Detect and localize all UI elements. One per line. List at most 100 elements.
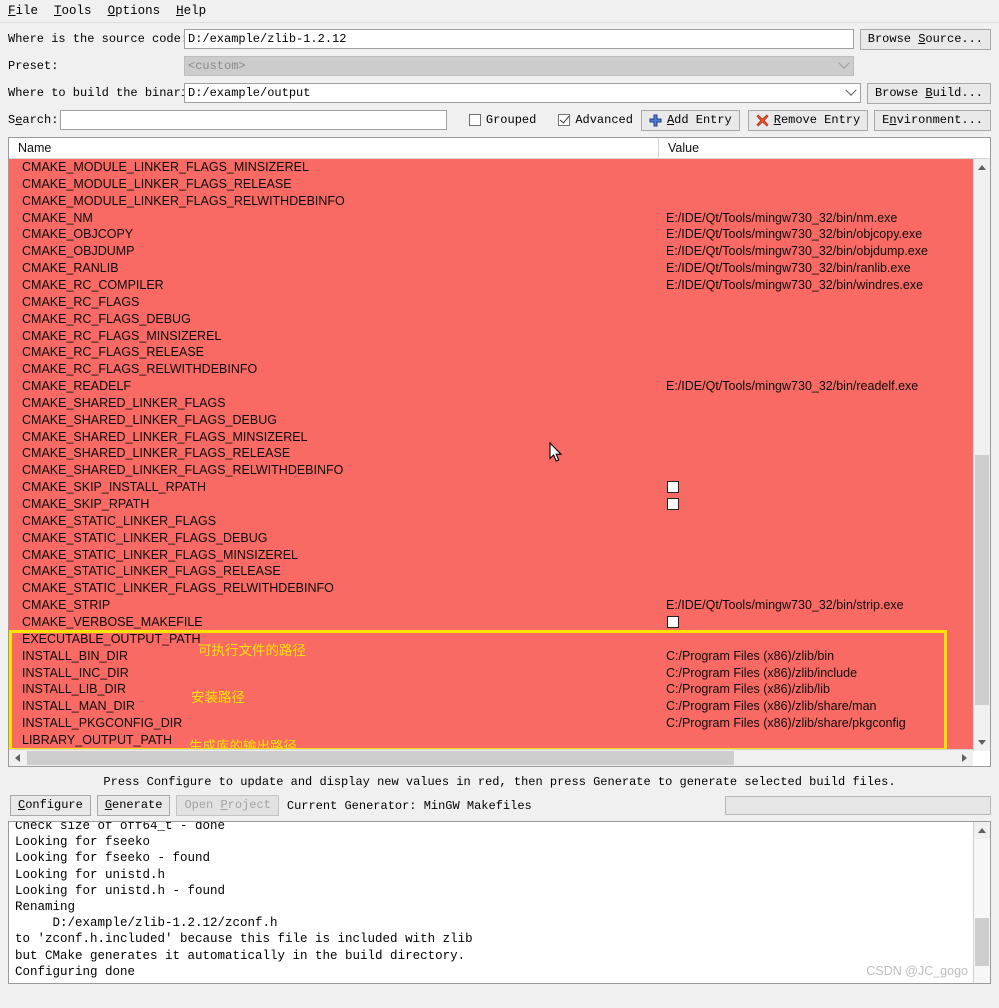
cache-entry-value[interactable]: C:/Program Files (x86)/zlib/lib (666, 681, 830, 698)
search-input[interactable] (60, 110, 447, 130)
table-row[interactable]: INSTALL_MAN_DIR C:/Program Files (x86)/zl… (9, 698, 973, 715)
table-row[interactable]: CMAKE_MODULE_LINKER_FLAGS_MINSIZEREL (9, 159, 973, 176)
log-scroll-up-button[interactable] (974, 822, 990, 839)
table-row[interactable]: CMAKE_NM E:/IDE/Qt/Tools/mingw730_32/bin/… (9, 210, 973, 227)
remove-entry-button[interactable]: Remove Entry (747, 109, 869, 131)
table-row[interactable]: LIBRARY_OUTPUT_PATH (9, 732, 973, 749)
table-row[interactable]: CMAKE_RC_COMPILER E:/IDE/Qt/Tools/mingw73… (9, 277, 973, 294)
table-row[interactable]: CMAKE_STATIC_LINKER_FLAGS_DEBUG (9, 530, 973, 547)
cache-entry-value[interactable]: E:/IDE/Qt/Tools/mingw730_32/bin/strip.ex… (666, 597, 904, 614)
cache-entry-name: CMAKE_STATIC_LINKER_FLAGS_RELWITHDEBINFO (22, 581, 334, 596)
vertical-scroll-thumb[interactable] (975, 455, 989, 705)
table-row[interactable]: INSTALL_BIN_DIR C:/Program Files (x86)/zl… (9, 648, 973, 665)
table-row[interactable]: EXECUTABLE_OUTPUT_PATH (9, 631, 973, 648)
generate-button[interactable]: Generate (96, 795, 171, 816)
table-row[interactable]: CMAKE_STATIC_LINKER_FLAGS_RELWITHDEBINFO (9, 580, 973, 597)
table-row[interactable]: CMAKE_RC_FLAGS_DEBUG (9, 311, 973, 328)
build-binaries-input[interactable]: D:/example/output (184, 83, 861, 103)
table-row[interactable]: CMAKE_SKIP_INSTALL_RPATH (9, 479, 973, 496)
scroll-down-button[interactable] (974, 734, 990, 751)
configure-button[interactable]: Configure (10, 795, 91, 816)
menu-file[interactable]: File (8, 2, 48, 20)
cache-entry-value[interactable]: C:/Program Files (x86)/zlib/bin (666, 648, 834, 665)
cache-entry-value[interactable]: E:/IDE/Qt/Tools/mingw730_32/bin/objdump.… (666, 243, 928, 260)
table-row[interactable]: CMAKE_RC_FLAGS_RELWITHDEBINFO (9, 361, 973, 378)
table-row[interactable]: CMAKE_STATIC_LINKER_FLAGS_MINSIZEREL (9, 547, 973, 564)
scroll-left-button[interactable] (9, 750, 26, 766)
menu-tools[interactable]: Tools (54, 2, 102, 20)
cache-entry-name: CMAKE_SHARED_LINKER_FLAGS (22, 395, 226, 410)
cache-entry-name: INSTALL_LIB_DIR (22, 682, 126, 697)
table-row[interactable]: CMAKE_OBJDUMP E:/IDE/Qt/Tools/mingw730_32… (9, 243, 973, 260)
cache-entry-name: CMAKE_RC_FLAGS_RELEASE (22, 345, 205, 360)
column-header-name[interactable]: Name (9, 138, 659, 158)
table-row[interactable]: CMAKE_SHARED_LINKER_FLAGS_DEBUG (9, 412, 973, 429)
cache-entry-value[interactable]: C:/Program Files (x86)/zlib/include (666, 665, 857, 682)
table-vertical-scrollbar[interactable] (973, 159, 990, 751)
cache-entry-name: INSTALL_MAN_DIR (22, 699, 135, 714)
table-horizontal-scrollbar[interactable] (9, 749, 973, 766)
table-row[interactable]: CMAKE_STATIC_LINKER_FLAGS (9, 513, 973, 530)
cache-entry-value[interactable]: C:/Program Files (x86)/zlib/share/man (666, 698, 876, 715)
table-row[interactable]: INSTALL_INC_DIR C:/Program Files (x86)/zl… (9, 665, 973, 682)
table-row[interactable]: CMAKE_SHARED_LINKER_FLAGS_RELWITHDEBINFO (9, 462, 973, 479)
table-row[interactable]: CMAKE_VERBOSE_MAKEFILE (9, 614, 973, 631)
cache-entry-value[interactable]: E:/IDE/Qt/Tools/mingw730_32/bin/nm.exe (666, 210, 897, 227)
caret-up-icon (978, 165, 986, 170)
log-vertical-scroll-thumb[interactable] (975, 918, 989, 966)
table-row[interactable]: CMAKE_STRIP E:/IDE/Qt/Tools/mingw730_32/b… (9, 597, 973, 614)
scroll-up-button[interactable] (974, 159, 990, 176)
remove-entry-label: Remove Entry (773, 112, 861, 127)
cache-entry-value[interactable]: E:/IDE/Qt/Tools/mingw730_32/bin/readelf.… (666, 378, 918, 395)
table-row[interactable]: CMAKE_MODULE_LINKER_FLAGS_RELWITHDEBINFO (9, 193, 973, 210)
table-row[interactable]: CMAKE_SHARED_LINKER_FLAGS (9, 395, 973, 412)
log-output-panel[interactable]: Check size of off64_t - done Looking for… (8, 821, 991, 984)
table-row[interactable]: INSTALL_PKGCONFIG_DIR C:/Program Files (x… (9, 715, 973, 732)
advanced-label: Advanced (575, 113, 633, 127)
cache-entry-checkbox[interactable] (667, 481, 679, 494)
menu-help[interactable]: Help (176, 2, 216, 20)
cache-entry-checkbox[interactable] (667, 615, 679, 628)
environment-button[interactable]: Environment... (874, 109, 991, 131)
preset-select[interactable]: <custom> (184, 56, 854, 76)
menu-options[interactable]: Options (108, 2, 171, 20)
table-row[interactable]: INSTALL_LIB_DIR C:/Program Files (x86)/zl… (9, 681, 973, 698)
browse-build-button[interactable]: Browse Build... (866, 82, 991, 104)
table-row[interactable]: CMAKE_SHARED_LINKER_FLAGS_RELEASE (9, 445, 973, 462)
grouped-checkbox[interactable]: Grouped (468, 113, 536, 127)
column-header-value[interactable]: Value (659, 138, 990, 158)
log-vertical-scrollbar[interactable] (973, 822, 990, 983)
table-row[interactable]: CMAKE_RC_FLAGS_MINSIZEREL (9, 328, 973, 345)
cache-entry-value[interactable]: C:/Program Files (x86)/zlib/share/pkgcon… (666, 715, 906, 732)
source-code-input[interactable]: D:/example/zlib-1.2.12 (184, 29, 854, 49)
table-row[interactable]: CMAKE_READELF E:/IDE/Qt/Tools/mingw730_32… (9, 378, 973, 395)
cache-entry-value[interactable]: E:/IDE/Qt/Tools/mingw730_32/bin/objcopy.… (666, 226, 922, 243)
table-row[interactable]: CMAKE_SHARED_LINKER_FLAGS_MINSIZEREL (9, 429, 973, 446)
table-row[interactable]: CMAKE_RANLIB E:/IDE/Qt/Tools/mingw730_32/… (9, 260, 973, 277)
source-code-row: Where is the source code: D:/example/zli… (8, 28, 991, 50)
plus-icon (649, 114, 662, 127)
advanced-checkbox-box[interactable] (558, 114, 571, 126)
grouped-checkbox-box[interactable] (468, 114, 481, 126)
table-row[interactable]: CMAKE_SKIP_RPATH (9, 496, 973, 513)
table-row[interactable]: CMAKE_STATIC_LINKER_FLAGS_RELEASE (9, 563, 973, 580)
add-entry-label: Add Entry (666, 112, 732, 127)
menu-bar: File Tools Options Help (0, 0, 999, 23)
cache-entry-name: INSTALL_INC_DIR (22, 665, 129, 680)
table-row[interactable]: CMAKE_OBJCOPY E:/IDE/Qt/Tools/mingw730_32… (9, 226, 973, 243)
cache-entry-value[interactable]: E:/IDE/Qt/Tools/mingw730_32/bin/ranlib.e… (666, 260, 911, 277)
table-header: Name Value (9, 138, 990, 159)
preset-label: Preset: (8, 59, 59, 73)
advanced-checkbox[interactable]: Advanced (558, 113, 633, 127)
cache-entry-checkbox[interactable] (667, 498, 679, 510)
chevron-down-icon[interactable] (843, 84, 860, 102)
table-row[interactable]: CMAKE_MODULE_LINKER_FLAGS_RELEASE (9, 176, 973, 193)
add-entry-button[interactable]: Add Entry (640, 109, 740, 131)
table-row[interactable]: CMAKE_RC_FLAGS_RELEASE (9, 344, 973, 361)
cache-entry-name: CMAKE_VERBOSE_MAKEFILE (22, 614, 203, 629)
horizontal-scroll-thumb[interactable] (27, 751, 734, 765)
browse-source-button[interactable]: Browse Source... (859, 28, 991, 50)
table-row[interactable]: CMAKE_RC_FLAGS (9, 294, 973, 311)
scroll-right-button[interactable] (956, 750, 973, 766)
cache-entry-value[interactable]: E:/IDE/Qt/Tools/mingw730_32/bin/windres.… (666, 277, 923, 294)
